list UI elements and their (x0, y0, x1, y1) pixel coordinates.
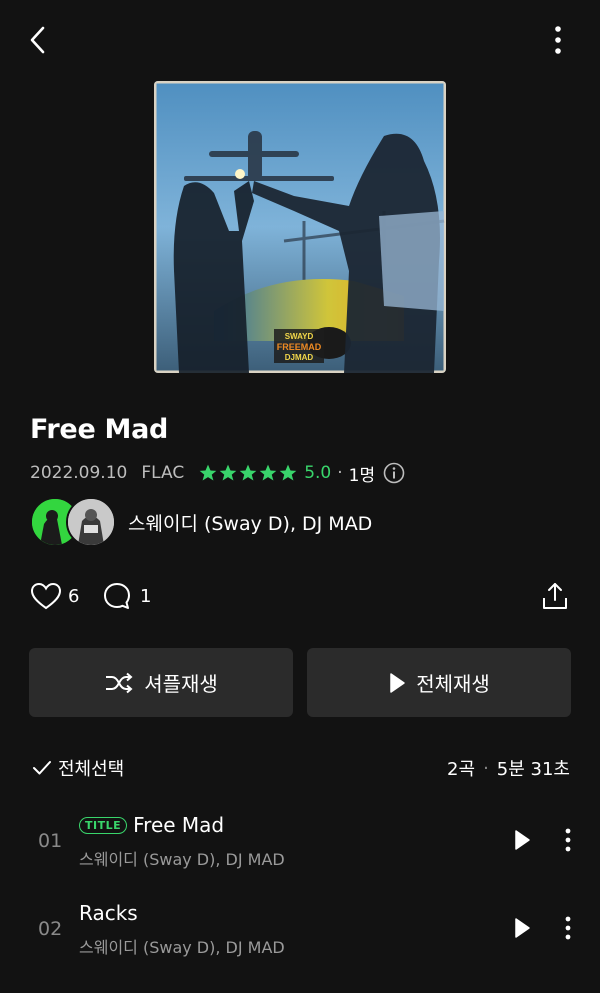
track-artist[interactable]: 스웨이디 (Sway D), DJ MAD (79, 934, 285, 958)
artist-avatar[interactable] (66, 497, 116, 547)
rating-count: 1명 (348, 465, 376, 486)
track-title-row: Racks (79, 901, 138, 925)
shuffle-play-button[interactable]: 셔플재생 (29, 648, 293, 717)
like-button[interactable]: 6 (30, 580, 79, 612)
meta-separator: · (337, 463, 343, 483)
star-icon (279, 464, 297, 481)
share-icon (543, 583, 567, 609)
like-count: 6 (68, 585, 80, 607)
total-duration: 5분 31초 (496, 759, 570, 780)
track-title: Racks (79, 901, 138, 925)
album-meta: 2022.09.10 FLAC 5.0 · 1명 (30, 461, 405, 486)
track-row[interactable]: 02 Racks 스웨이디 (Sway D), DJ MAD (0, 893, 600, 963)
track-artist[interactable]: 스웨이디 (Sway D), DJ MAD (79, 846, 285, 870)
info-icon[interactable] (383, 462, 405, 484)
rating-stars[interactable] (198, 463, 298, 483)
title-track-badge: TITLE (79, 816, 128, 834)
track-play-button[interactable] (506, 912, 538, 944)
artist-names[interactable]: 스웨이디 (Sway D), DJ MAD (128, 509, 372, 536)
track-more-button[interactable] (554, 912, 582, 944)
play-icon (515, 830, 530, 850)
check-icon (33, 761, 51, 775)
share-button[interactable] (537, 578, 573, 614)
comment-icon (104, 583, 130, 609)
back-button[interactable] (20, 22, 56, 58)
more-vertical-icon (555, 26, 561, 54)
track-title: Free Mad (133, 813, 225, 837)
select-all-toggle[interactable]: 전체선택 (32, 753, 124, 783)
play-icon (390, 672, 405, 693)
comment-button[interactable]: 1 (102, 580, 151, 612)
track-title-row: TITLE Free Mad (79, 813, 224, 837)
album-title: Free Mad (30, 414, 169, 445)
star-icon (259, 464, 277, 481)
summary-separator: · (483, 757, 489, 779)
star-icon (219, 464, 237, 481)
more-options-button[interactable] (540, 22, 576, 58)
comment-count: 1 (140, 585, 152, 607)
shuffle-icon (106, 672, 133, 693)
play-all-button[interactable]: 전체재생 (307, 648, 571, 717)
cover-text-line: FREEMAD (277, 342, 322, 352)
album-cover[interactable]: SWAYD FREEMAD DJMAD (154, 81, 446, 373)
cover-text-line: DJMAD (285, 353, 314, 362)
artist-row[interactable]: 스웨이디 (Sway D), DJ MAD (30, 497, 372, 547)
track-number: 01 (38, 830, 63, 852)
more-vertical-icon (565, 916, 571, 940)
star-icon (199, 464, 217, 481)
tracklist-summary: 2곡 · 5분 31초 (447, 753, 570, 783)
cover-text-line: SWAYD (285, 332, 314, 341)
select-all-label: 전체선택 (58, 759, 125, 780)
play-all-label: 전체재생 (416, 672, 490, 696)
track-play-button[interactable] (506, 824, 538, 856)
release-date: 2022.09.10 (30, 463, 128, 483)
shuffle-play-label: 셔플재생 (144, 672, 218, 696)
play-icon (515, 918, 530, 938)
track-more-button[interactable] (554, 824, 582, 856)
chevron-left-icon (30, 26, 45, 54)
star-icon (239, 464, 257, 481)
audio-format: FLAC (141, 463, 185, 483)
heart-icon (30, 582, 62, 610)
track-number: 02 (38, 918, 63, 940)
rating-value: 5.0 (304, 463, 332, 483)
track-count: 2곡 (447, 759, 476, 780)
track-row[interactable]: 01 TITLE Free Mad 스웨이디 (Sway D), DJ MAD (0, 805, 600, 875)
more-vertical-icon (565, 828, 571, 852)
